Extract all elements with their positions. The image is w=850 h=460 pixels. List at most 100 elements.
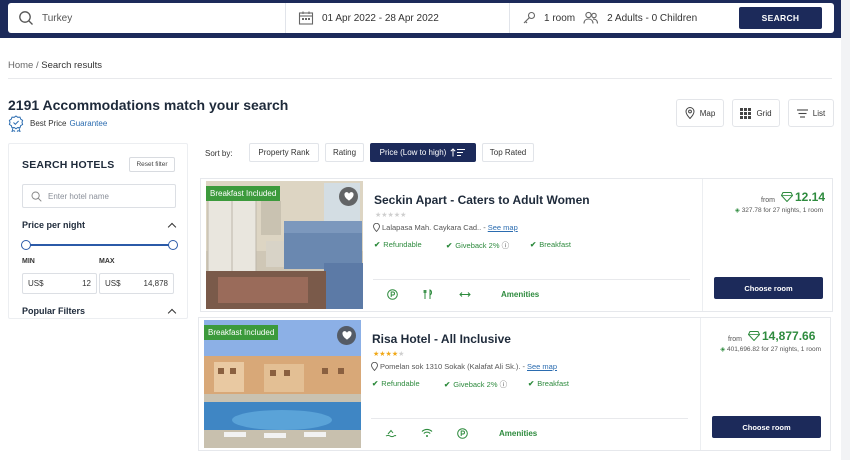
sidebar-title: SEARCH HOTELS (22, 159, 115, 171)
calendar-icon (298, 11, 314, 25)
see-map-link[interactable]: See map (488, 223, 518, 232)
favorite-heart-icon[interactable] (339, 187, 358, 206)
breadcrumb-current: Search results (41, 60, 102, 71)
page-edge (841, 0, 850, 460)
popular-filters-label: Popular Filters (22, 306, 86, 316)
filter-sidebar: SEARCH HOTELS Reset filter Price per nig… (8, 143, 188, 319)
best-price-label: Best Price (30, 119, 67, 128)
people-icon (583, 11, 599, 24)
map-pin-icon (685, 107, 695, 119)
divider (373, 279, 690, 280)
choose-room-button[interactable]: Choose room (714, 277, 823, 299)
search-icon (19, 11, 33, 25)
star-rating: ★★★★★ (375, 212, 407, 219)
diamond-icon (781, 192, 793, 202)
max-price-value: 14,878 (143, 279, 168, 288)
list-view-label: List (812, 108, 826, 118)
hotel-photo[interactable]: Breakfast Included (204, 320, 361, 448)
map-pin-icon (373, 223, 380, 232)
parking-icon (457, 428, 468, 439)
map-pin-icon (371, 362, 378, 371)
wifi-icon (421, 428, 433, 437)
hotel-name-input[interactable] (48, 191, 168, 201)
breakfast-badge: Breakfast Included (204, 325, 279, 340)
price-slider-min-handle[interactable] (21, 240, 31, 250)
hotel-address: Pomelan sok 1310 Sokak (Kalafat Ali Sk.)… (371, 362, 557, 371)
list-view-button[interactable]: List (788, 99, 834, 127)
feature-breakfast: ✔ Breakfast (530, 240, 571, 249)
address-text: Lalapasa Mah. Caykara Cad.. (382, 223, 482, 232)
price-per-night-label: Price per night (22, 220, 86, 230)
feature-giveback: ✔ Giveback 2% ⓘ (444, 380, 508, 389)
grid-view-label: Grid (756, 108, 772, 118)
hotel-name-field[interactable] (22, 184, 176, 208)
guarantee-link[interactable]: Guarantee (69, 119, 107, 128)
feature-breakfast: ✔ Breakfast (528, 379, 569, 388)
map-view-button[interactable]: Map (676, 99, 724, 127)
hotel-name[interactable]: Risa Hotel - All Inclusive (372, 332, 511, 346)
badge-icon (8, 115, 24, 132)
map-view-label: Map (699, 108, 716, 118)
price-total: ◈ 327.78 for 27 nights, 1 room (734, 207, 823, 214)
currency-label: US$ (28, 279, 44, 288)
chevron-up-icon[interactable] (167, 308, 177, 318)
list-icon (796, 108, 808, 118)
hotel-address: Lalapasa Mah. Caykara Cad.. - See map (373, 223, 518, 232)
min-price-value: 12 (82, 279, 91, 288)
feature-refundable: ✔ Refundable (374, 240, 422, 249)
search-icon (31, 191, 42, 202)
breadcrumb-home[interactable]: Home (8, 60, 33, 71)
min-label: MIN (22, 258, 35, 265)
feature-refundable: ✔ Refundable (372, 379, 420, 388)
search-button[interactable]: SEARCH (739, 7, 822, 29)
destination-field[interactable]: Turkey (8, 3, 286, 33)
rooms-value: 1 room (544, 12, 576, 24)
diamond-icon (748, 331, 760, 341)
sort-ascending-icon (450, 148, 466, 157)
sort-price-low-high[interactable]: Price (Low to high) (370, 143, 476, 162)
search-box: Turkey 01 Apr 2022 - 28 Apr 2022 1 room … (8, 3, 834, 33)
price-column: from 14,877.66 ◈ 401,696.82 for 27 night… (700, 318, 831, 450)
price-slider-track[interactable] (26, 244, 174, 246)
price-value: 12.14 (781, 190, 825, 204)
reset-filter-button[interactable]: Reset filter (129, 157, 175, 172)
currency-label: US$ (105, 279, 121, 288)
sort-by-label: Sort by: (205, 149, 233, 158)
feature-giveback: ✔ Giveback 2% ⓘ (446, 241, 510, 250)
see-map-link[interactable]: See map (527, 362, 557, 371)
restaurant-icon (423, 289, 432, 299)
amenities-link[interactable]: Amenities (501, 290, 539, 299)
results-title: 2191 Accommodations match your search (8, 97, 289, 113)
price-from-label: from (728, 336, 742, 343)
hotel-card: Breakfast Included Seckin Apart - Caters… (200, 178, 833, 312)
best-price-guarantee[interactable]: Best Price Guarantee (8, 115, 107, 132)
sort-property-rank[interactable]: Property Rank (249, 143, 319, 162)
destination-value: Turkey (42, 12, 73, 24)
grid-view-button[interactable]: Grid (732, 99, 780, 127)
sort-price-label: Price (Low to high) (379, 148, 447, 157)
price-value: 14,877.66 (748, 329, 815, 343)
max-price-field[interactable]: US$ 14,878 (99, 273, 174, 294)
min-price-field[interactable]: US$ 12 (22, 273, 97, 294)
amenities-link[interactable]: Amenities (499, 429, 537, 438)
address-text: Pomelan sok 1310 Sokak (Kalafat Ali Sk.)… (380, 362, 521, 371)
sidebar-fade (0, 319, 195, 460)
divider (8, 78, 832, 79)
hotel-name[interactable]: Seckin Apart - Caters to Adult Women (374, 193, 590, 207)
price-total: ◈ 401,696.82 for 27 nights, 1 room (720, 346, 821, 353)
guests-field[interactable]: 1 room 2 Adults - 0 Children (510, 3, 728, 33)
grid-icon (740, 107, 752, 119)
breadcrumb: Home / Search results (8, 60, 102, 71)
parking-icon (387, 289, 398, 300)
sort-top-rated[interactable]: Top Rated (482, 143, 534, 162)
choose-room-button[interactable]: Choose room (712, 416, 821, 438)
price-slider-max-handle[interactable] (168, 240, 178, 250)
date-range-field[interactable]: 01 Apr 2022 - 28 Apr 2022 (286, 3, 510, 33)
max-label: MAX (99, 258, 115, 265)
pool-icon (385, 429, 397, 438)
chevron-up-icon[interactable] (167, 222, 177, 232)
favorite-heart-icon[interactable] (337, 326, 356, 345)
hotel-photo[interactable]: Breakfast Included (206, 181, 363, 309)
divider (371, 418, 688, 419)
sort-rating[interactable]: Rating (325, 143, 364, 162)
